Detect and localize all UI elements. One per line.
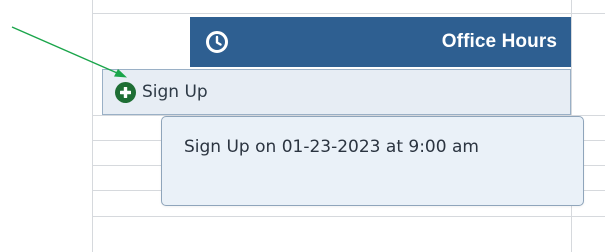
- clock-icon: [206, 31, 228, 53]
- sign-up-tooltip: Sign Up on 01-23-2023 at 9:00 am: [161, 116, 584, 206]
- sign-up-button[interactable]: Sign Up: [102, 69, 571, 115]
- sign-up-label: Sign Up: [142, 82, 208, 102]
- event-header[interactable]: Office Hours: [190, 17, 571, 67]
- event-title: Office Hours: [441, 31, 557, 52]
- grid-line-horizontal: [92, 216, 605, 217]
- grid-line-horizontal: [92, 13, 605, 14]
- tooltip-text: Sign Up on 01-23-2023 at 9:00 am: [184, 137, 479, 157]
- grid-line-vertical: [92, 0, 93, 252]
- plus-circle-icon: [115, 81, 136, 103]
